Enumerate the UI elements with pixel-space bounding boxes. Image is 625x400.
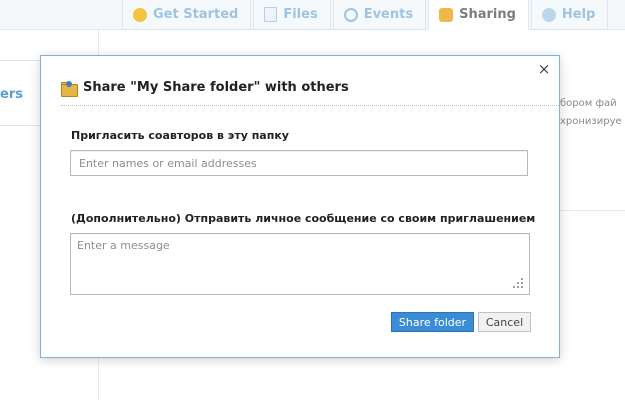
close-icon[interactable]: × [537,62,551,77]
dialog-header: Share "My Share folder" with others [61,80,349,97]
message-label: (Дополнительно) Отправить личное сообщен… [71,212,536,225]
main-tabs: Get Started Files Events Sharing Help [122,0,610,30]
tab-label: Events [363,7,414,22]
cancel-button[interactable]: Cancel [478,312,531,332]
tab-files[interactable]: Files [253,0,331,30]
background-text: бором фай [560,98,617,109]
tab-label: Sharing [459,7,516,22]
tab-label: Files [283,7,318,22]
tab-get-started[interactable]: Get Started [122,0,252,30]
files-icon [264,7,278,22]
share-folder-dialog: × Share "My Share folder" with others Пр… [40,55,560,358]
smile-icon [133,7,147,22]
tab-label: Get Started [153,7,239,22]
message-textarea[interactable] [70,233,530,295]
shared-folder-icon [61,80,78,97]
share-folder-button[interactable]: Share folder [391,312,474,332]
dialog-title: Share "My Share folder" with others [83,80,349,95]
background-text: хронизируе [560,116,622,127]
tab-help[interactable]: Help [530,0,609,30]
invite-input[interactable] [70,150,528,176]
tab-sharing[interactable]: Sharing [428,0,529,30]
help-icon [541,7,556,22]
clock-icon [343,7,358,22]
tab-events[interactable]: Events [332,0,427,30]
resize-grip-icon[interactable] [513,278,523,288]
tab-label: Help [561,7,596,22]
left-panel-tab-label: ers [0,87,23,102]
share-icon [439,7,454,22]
divider [560,210,625,211]
title-divider [61,105,559,106]
invite-label: Пригласить соавторов в эту папку [71,129,289,142]
